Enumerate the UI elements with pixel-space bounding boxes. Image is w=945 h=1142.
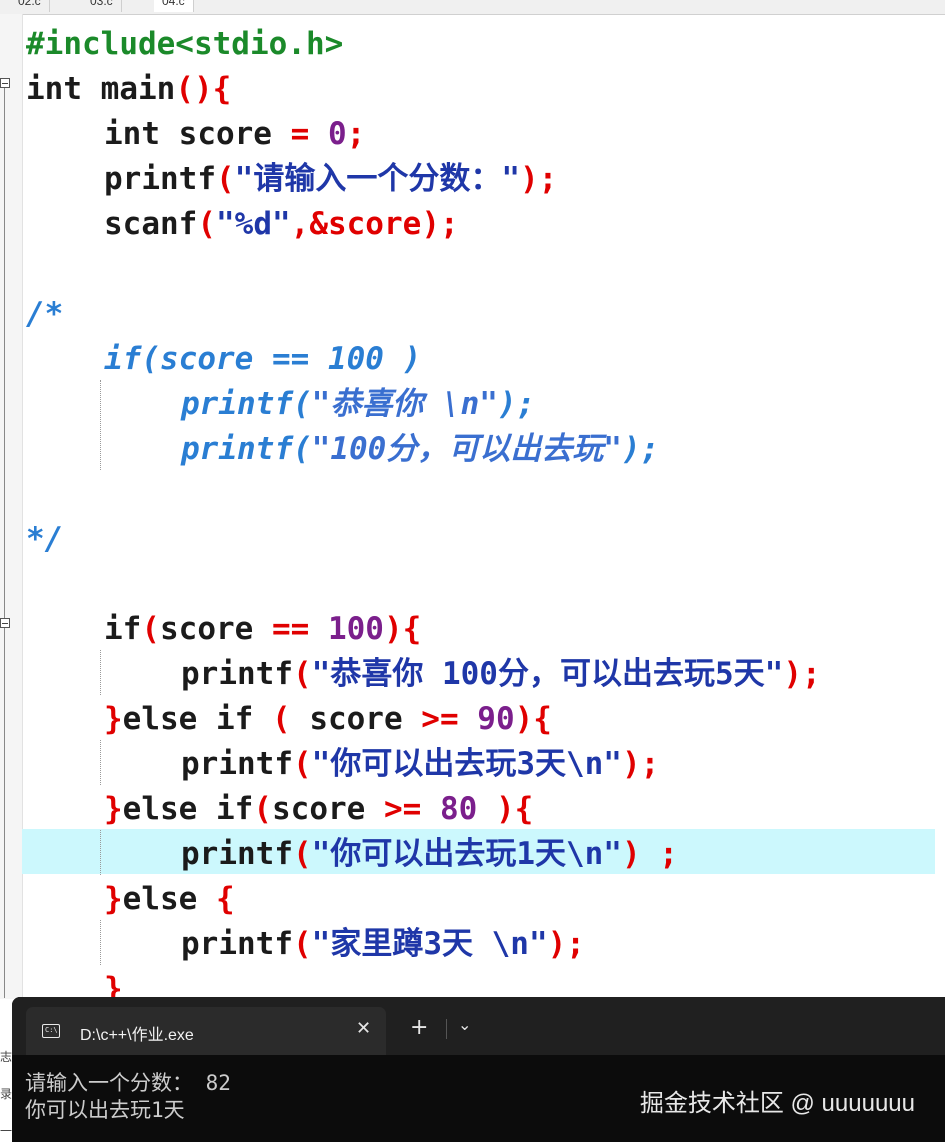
code-line-18: }else if(score >= 80 ){ — [104, 791, 534, 827]
chevron-down-icon[interactable]: ⌄ — [458, 1015, 471, 1034]
tab-04c[interactable]: 04.c — [154, 0, 194, 12]
side-scrap: 录 — [0, 1087, 12, 1101]
tab-03c[interactable]: 03.c — [82, 0, 122, 12]
divider — [446, 1019, 447, 1039]
terminal-output-line-2: 你可以出去玩1天 — [25, 1098, 185, 1122]
fold-line — [4, 628, 5, 998]
code-line-21: printf("家里蹲3天 \n"); — [181, 926, 585, 962]
editor-gutter — [0, 14, 23, 999]
fold-toggle-if[interactable] — [0, 618, 10, 628]
code-line-2: int main(){ — [26, 71, 232, 107]
code-line-3: int score = 0; — [104, 116, 366, 152]
editor-tab-strip: 02.c 03.c 04.c — [0, 0, 945, 15]
terminal-output[interactable]: 请输入一个分数： 82 你可以出去玩1天 掘金技术社区 @ uuuuuuu — [12, 1055, 945, 1142]
terminal-tab[interactable]: C:\ D:\c++\作业.exe ✕ — [26, 1007, 386, 1055]
code-line-5: scanf("%d",&score); — [104, 206, 459, 242]
terminal-window[interactable]: C:\ D:\c++\作业.exe ✕ + ⌄ 请输入一个分数： 82 你可以出… — [12, 997, 945, 1142]
code-line-9: printf("恭喜你 \n"); — [181, 386, 536, 422]
code-line-10: printf("100分，可以出去玩"); — [181, 431, 660, 467]
terminal-output-line-1: 请输入一个分数： 82 — [25, 1071, 231, 1095]
side-scrap: 一 — [0, 1124, 12, 1138]
code-editor[interactable]: #include<stdio.h> int main(){ int score … — [22, 14, 945, 1007]
code-line-14: if(score == 100){ — [104, 611, 422, 647]
console-icon: C:\ — [42, 1024, 60, 1038]
terminal-tab-bar: C:\ D:\c++\作业.exe ✕ + ⌄ — [12, 997, 945, 1055]
code-line-12: */ — [26, 521, 64, 557]
code-line-1: #include<stdio.h> — [26, 26, 344, 62]
code-line-19: printf("你可以出去玩1天\n") ; — [181, 836, 678, 872]
code-line-17: printf("你可以出去玩3天\n"); — [181, 746, 660, 782]
side-scrap: 志 — [0, 1050, 12, 1064]
code-line-20: }else { — [104, 881, 235, 917]
watermark: 掘金技术社区 @ uuuuuuu — [639, 1090, 915, 1117]
fold-line — [4, 88, 5, 618]
code-line-8: if(score == 100 ) — [104, 341, 422, 377]
code-line-15: printf("恭喜你 100分，可以出去玩5天"); — [181, 656, 821, 692]
code-line-7: /* — [26, 296, 64, 332]
close-icon[interactable]: ✕ — [356, 1018, 371, 1039]
code-line-4: printf("请输入一个分数："); — [104, 161, 558, 197]
terminal-tab-title: D:\c++\作业.exe — [80, 1027, 194, 1044]
tab-02c[interactable]: 02.c — [10, 0, 50, 12]
code-line-16: }else if ( score >= 90){ — [104, 701, 552, 737]
new-tab-button[interactable]: + — [410, 1017, 428, 1039]
fold-toggle-main[interactable] — [0, 78, 10, 88]
